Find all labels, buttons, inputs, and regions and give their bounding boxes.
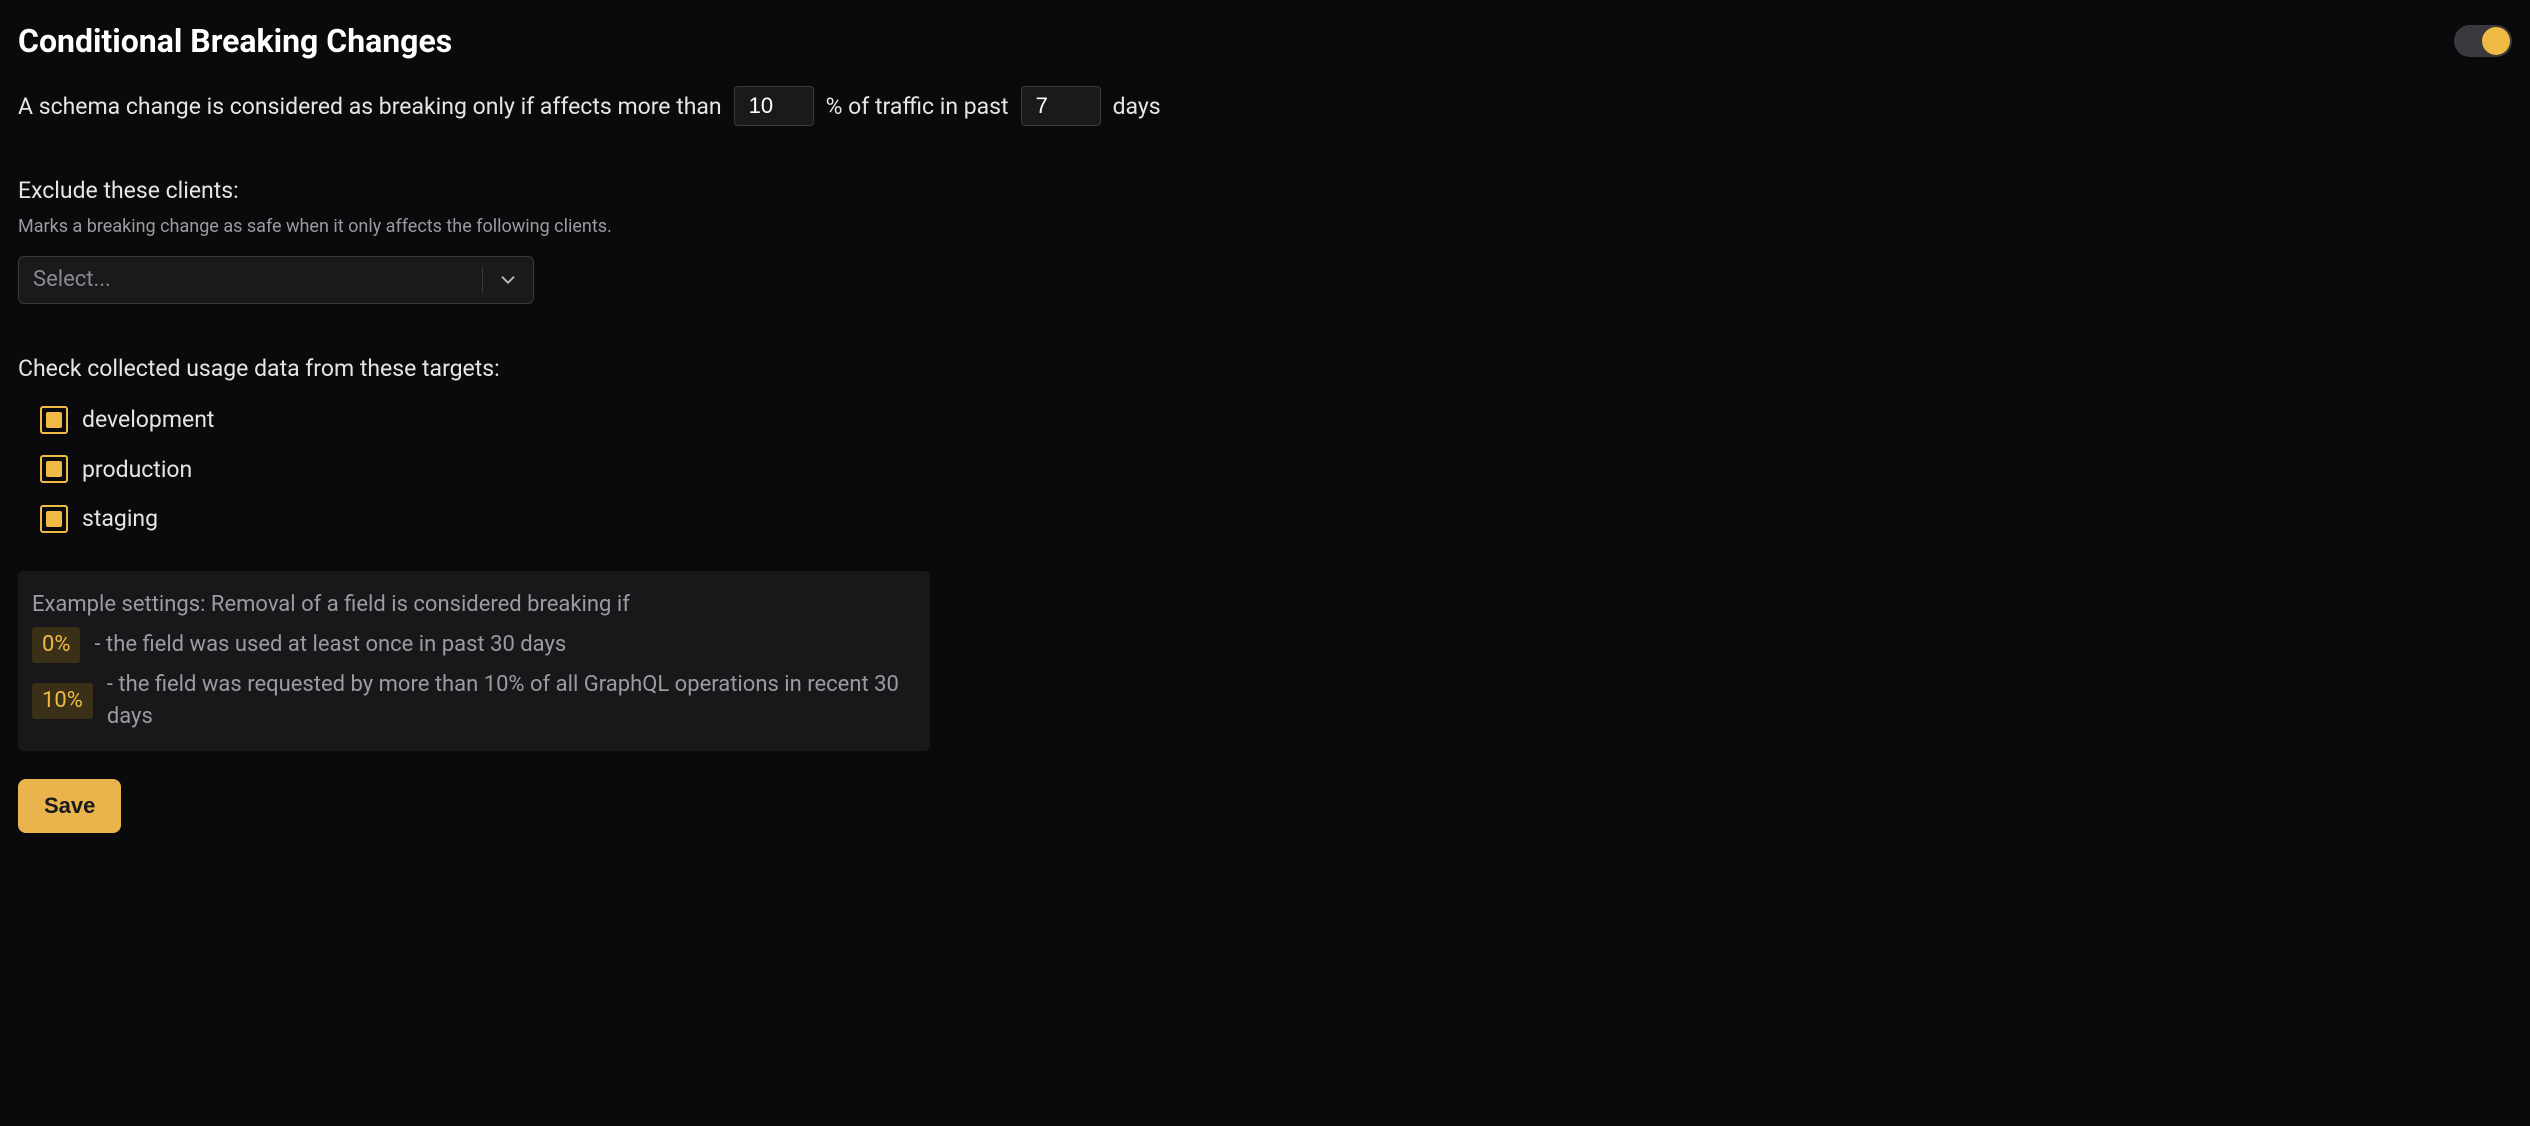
- example-row-text: - the field was used at least once in pa…: [94, 629, 566, 661]
- target-label: development: [82, 403, 214, 436]
- sentence-after-days: days: [1113, 90, 1161, 123]
- example-intro: Example settings: Removal of a field is …: [32, 589, 916, 621]
- checkbox-production[interactable]: [40, 455, 68, 483]
- threshold-sentence: A schema change is considered as breakin…: [18, 86, 2512, 126]
- select-divider: [482, 267, 483, 293]
- percent-badge: 0%: [32, 627, 80, 663]
- checkbox-staging[interactable]: [40, 505, 68, 533]
- checkbox-inner: [46, 412, 62, 428]
- checkbox-inner: [46, 461, 62, 477]
- checkbox-development[interactable]: [40, 406, 68, 434]
- sentence-middle: % of traffic in past: [826, 90, 1009, 123]
- page-title: Conditional Breaking Changes: [18, 18, 452, 64]
- toggle-knob: [2482, 27, 2510, 55]
- example-row: 0% - the field was used at least once in…: [32, 627, 916, 663]
- targets-label: Check collected usage data from these ta…: [18, 352, 2512, 385]
- checkbox-inner: [46, 511, 62, 527]
- sentence-before-percent: A schema change is considered as breakin…: [18, 90, 722, 123]
- percent-input[interactable]: [734, 86, 814, 126]
- percent-badge: 10%: [32, 683, 93, 719]
- exclude-clients-label: Exclude these clients:: [18, 174, 2512, 207]
- target-label: staging: [82, 502, 158, 535]
- exclude-clients-sublabel: Marks a breaking change as safe when it …: [18, 214, 2512, 240]
- example-settings-box: Example settings: Removal of a field is …: [18, 571, 930, 751]
- targets-list: development production staging: [18, 403, 2512, 535]
- save-button[interactable]: Save: [18, 779, 121, 833]
- chevron-down-icon: [497, 269, 519, 291]
- exclude-clients-select[interactable]: Select...: [18, 256, 534, 304]
- target-item-development[interactable]: development: [40, 403, 2512, 436]
- target-item-production[interactable]: production: [40, 453, 2512, 486]
- example-row-text: - the field was requested by more than 1…: [107, 669, 916, 733]
- days-input[interactable]: [1021, 86, 1101, 126]
- target-label: production: [82, 453, 192, 486]
- target-item-staging[interactable]: staging: [40, 502, 2512, 535]
- example-row: 10% - the field was requested by more th…: [32, 669, 916, 733]
- feature-toggle[interactable]: [2454, 25, 2512, 57]
- select-placeholder: Select...: [33, 264, 111, 296]
